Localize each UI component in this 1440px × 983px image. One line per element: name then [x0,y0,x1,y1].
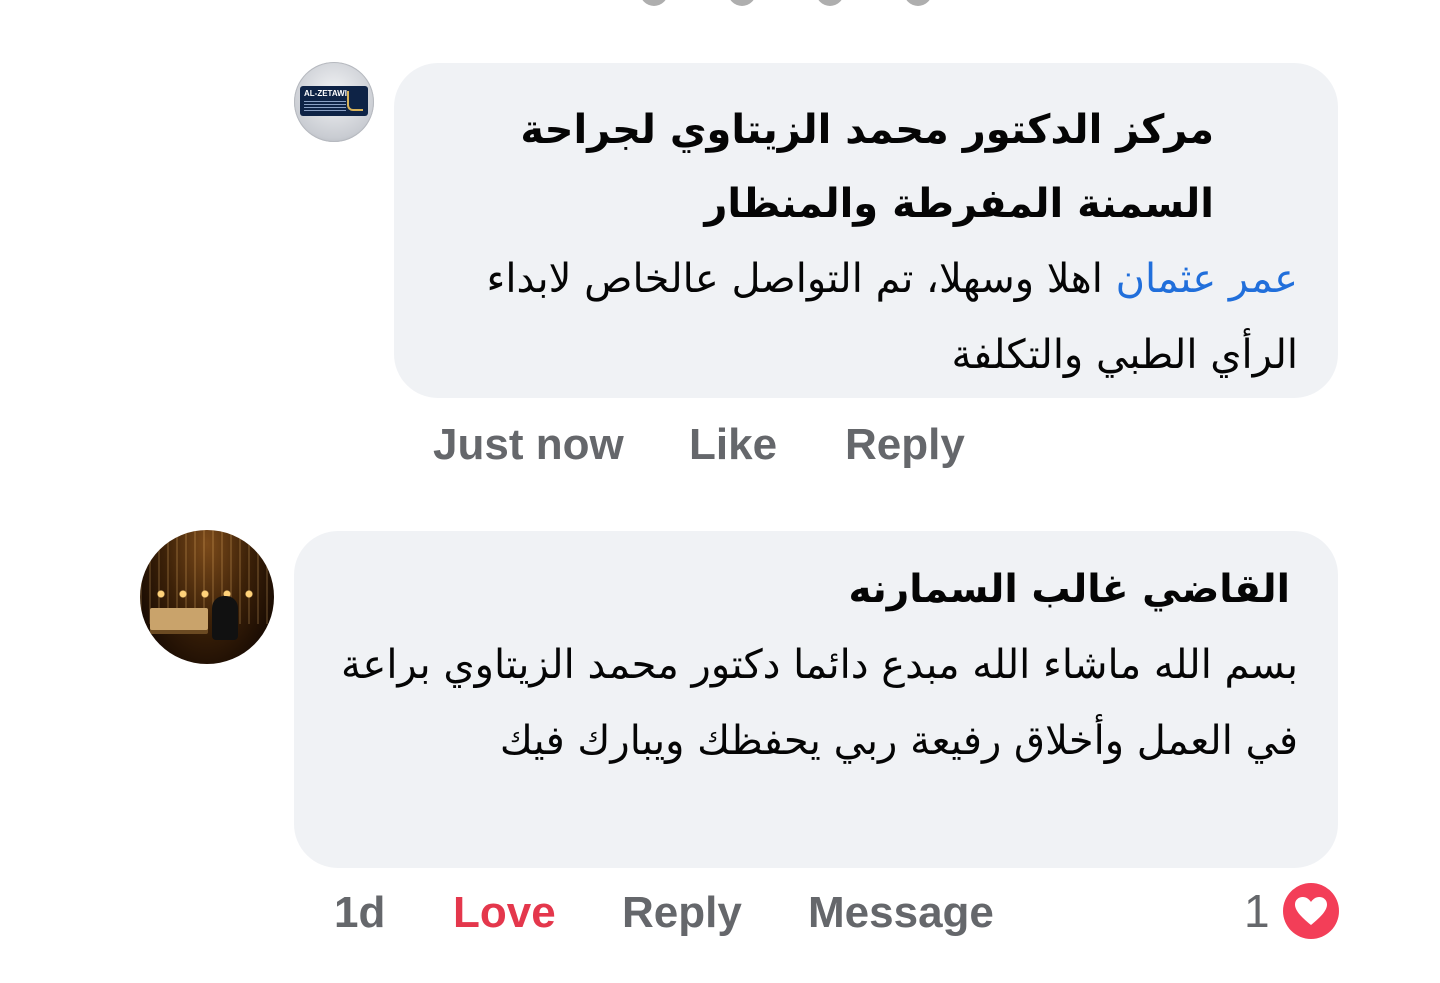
heart-icon[interactable] [1283,883,1339,939]
logo-text: AL-ZETAWI [304,89,347,98]
love-button[interactable]: Love [453,888,556,938]
previous-comment-fragment [640,0,1160,8]
comment-author[interactable]: القاضي غالب السمارنه [334,559,1290,621]
comment-timestamp[interactable]: Just now [433,420,624,470]
message-button[interactable]: Message [808,888,994,938]
page-avatar[interactable]: AL-ZETAWI [294,62,374,142]
comment-timestamp[interactable]: 1d [334,888,385,938]
comment-actions: 1d Love Reply Message [0,888,1440,944]
comment-bubble: القاضي غالب السمارنه بسم الله ماشاء الله… [294,531,1338,868]
reaction-count[interactable]: 1 [1244,884,1270,938]
reply-button[interactable]: Reply [845,420,965,470]
comment-text: عمر عثمان اهلا وسهلا، تم التواصل عالخاص … [434,241,1298,393]
like-button[interactable]: Like [689,420,777,470]
reply-button[interactable]: Reply [622,888,742,938]
comment-body: بسم الله ماشاء الله مبدع دائما دكتور محم… [341,642,1298,764]
comment-actions: Just now Like Reply [0,420,1440,476]
mention-link[interactable]: عمر عثمان [1116,256,1298,302]
comment-bubble: مركز الدكتور محمد الزيتاوي لجراحة السمنة… [394,63,1338,398]
user-avatar[interactable] [140,530,274,664]
comment-author[interactable]: مركز الدكتور محمد الزيتاوي لجراحة السمنة… [434,93,1214,241]
logo-icon: AL-ZETAWI [300,86,368,116]
